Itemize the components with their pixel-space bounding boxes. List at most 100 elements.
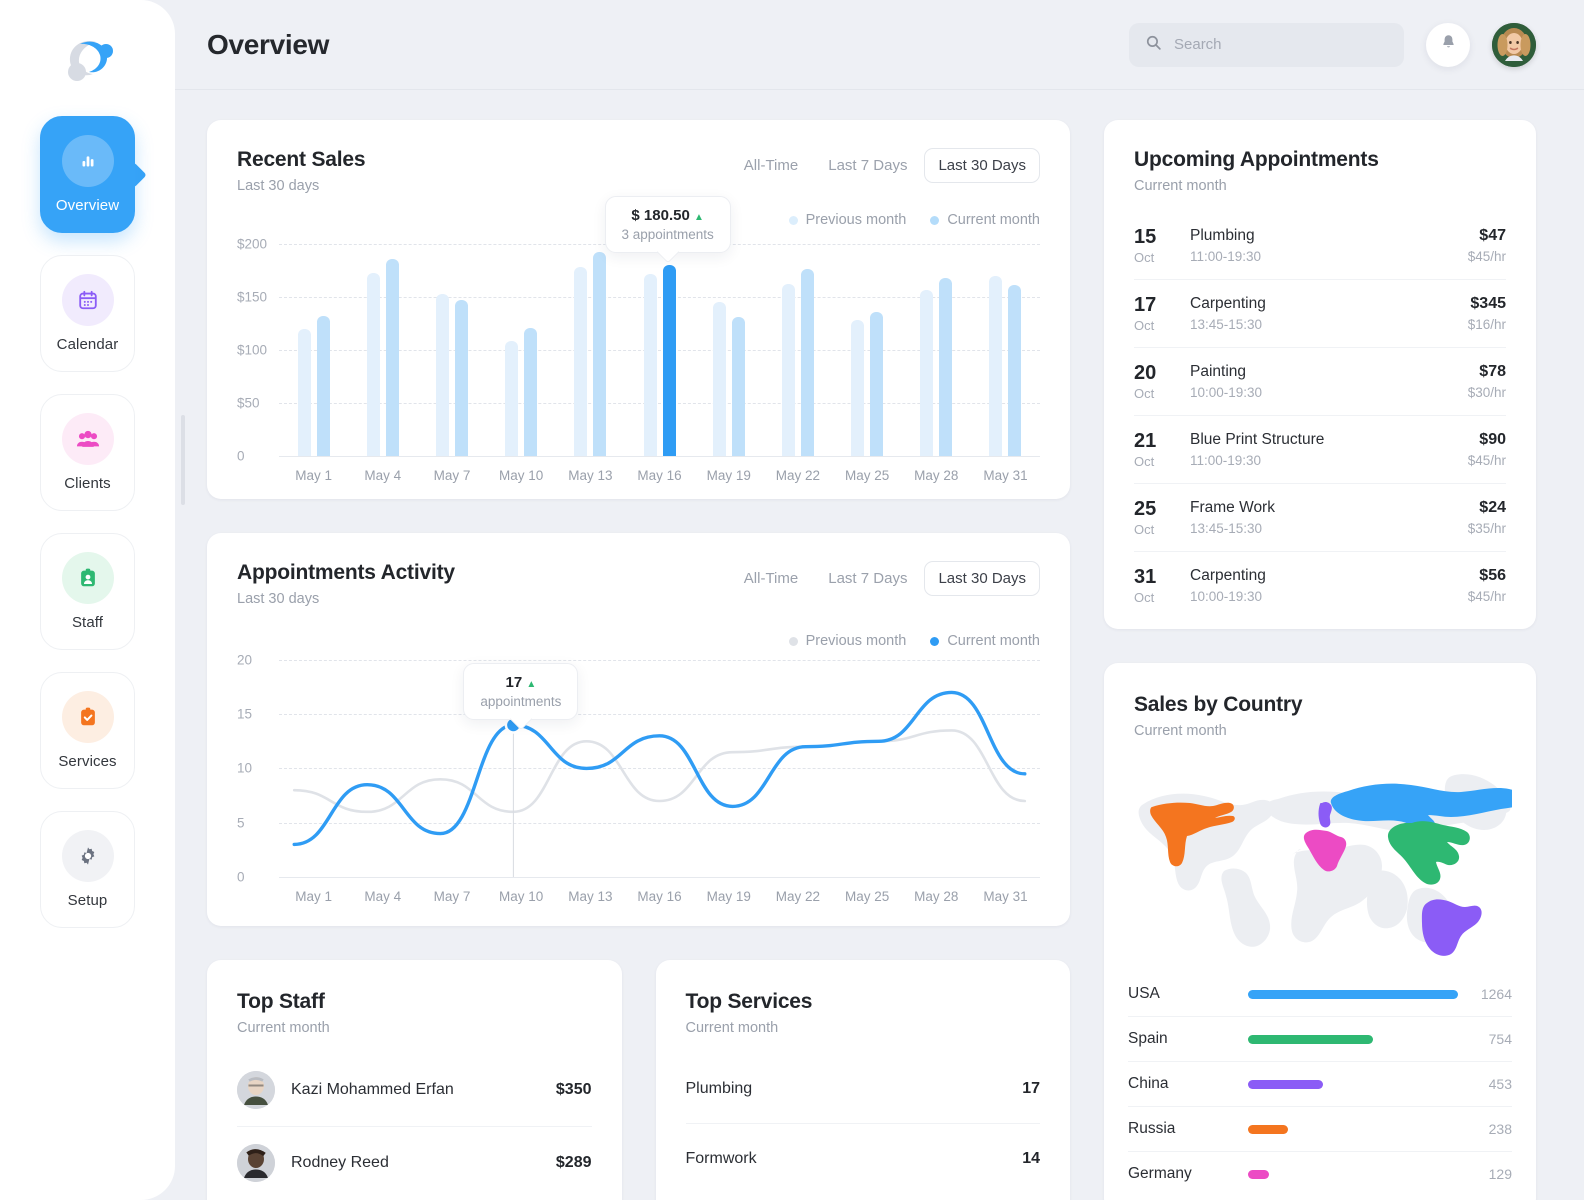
- bar[interactable]: [920, 289, 934, 456]
- tooltip-value: $ 180.50 ▲: [622, 207, 714, 224]
- bar-group[interactable]: [694, 228, 763, 456]
- right-column: Upcoming Appointments Current month 15 Oc…: [1104, 120, 1541, 1200]
- dashboard-root: Overview Calendar Clients Staff Services…: [0, 0, 1584, 1200]
- bar[interactable]: [643, 273, 657, 456]
- sidebar-item-calendar[interactable]: Calendar: [40, 255, 135, 372]
- range-tab-last-7-days[interactable]: Last 7 Days: [815, 149, 920, 182]
- bar-group[interactable]: [971, 228, 1040, 456]
- map-region-germany[interactable]: [1318, 801, 1332, 828]
- bar-group[interactable]: [763, 228, 832, 456]
- sidebar-scrollbar[interactable]: [181, 415, 185, 505]
- country-row[interactable]: Germany 129: [1128, 1152, 1512, 1196]
- country-name: Russia: [1128, 1120, 1176, 1137]
- bar[interactable]: [385, 258, 399, 456]
- appointment-details: Carpenting 13:45-15:30: [1190, 295, 1468, 332]
- legend-dot: [788, 636, 798, 646]
- appointment-row[interactable]: 31 Oct Carpenting 10:00-19:30 $56 $45/hr: [1134, 552, 1506, 619]
- bar[interactable]: [712, 302, 726, 456]
- appointment-date: 15 Oct: [1134, 226, 1190, 265]
- bar-group[interactable]: [417, 228, 486, 456]
- map-region-china[interactable]: [1387, 821, 1470, 885]
- sidebar-item-overview[interactable]: Overview: [40, 116, 135, 233]
- bar[interactable]: [662, 264, 676, 456]
- bar[interactable]: [435, 293, 449, 456]
- bar[interactable]: [800, 269, 814, 456]
- bar-group[interactable]: [556, 228, 625, 456]
- list-item[interactable]: Kazi Mohammed Erfan $350: [237, 1054, 592, 1127]
- range-tab-all-time[interactable]: All-Time: [731, 149, 811, 182]
- appointment-row[interactable]: 17 Oct Carpenting 13:45-15:30 $345 $16/hr: [1134, 280, 1506, 348]
- bar[interactable]: [505, 341, 519, 456]
- app-logo[interactable]: [56, 34, 120, 90]
- country-name: USA: [1128, 985, 1160, 1002]
- world-map: [1104, 739, 1541, 972]
- bar[interactable]: [454, 300, 468, 456]
- list-item[interactable]: Rodney Reed $289: [237, 1127, 592, 1199]
- map-region-australia[interactable]: [1421, 899, 1482, 956]
- country-bar: [1248, 989, 1458, 999]
- search-input[interactable]: [1174, 36, 1388, 53]
- bar[interactable]: [1008, 285, 1022, 456]
- range-tab-all-time[interactable]: All-Time: [731, 562, 811, 595]
- bar[interactable]: [316, 316, 330, 456]
- bar[interactable]: [781, 284, 795, 456]
- bar[interactable]: [524, 327, 538, 456]
- bar[interactable]: [851, 320, 865, 456]
- sidebar-item-label: Setup: [67, 892, 108, 909]
- sidebar-item-services[interactable]: Services: [40, 672, 135, 789]
- country-row[interactable]: China 453: [1128, 1062, 1512, 1107]
- appointment-row[interactable]: 15 Oct Plumbing 11:00-19:30 $47 $45/hr: [1134, 212, 1506, 280]
- country-row[interactable]: USA 1264: [1128, 972, 1512, 1017]
- range-tab-last-30-days[interactable]: Last 30 Days: [924, 148, 1040, 183]
- bar[interactable]: [731, 317, 745, 456]
- sales-by-country-card: Sales by Country Current month USA 1264 …: [1104, 663, 1541, 1200]
- avatar[interactable]: [1492, 22, 1536, 67]
- bar[interactable]: [989, 275, 1003, 456]
- appointment-row[interactable]: 20 Oct Painting 10:00-19:30 $78 $30/hr: [1134, 348, 1506, 416]
- top-staff-header: Top Staff Current month: [207, 960, 622, 1036]
- card-title: Recent Sales: [237, 148, 366, 171]
- x-axis-label: May 25: [844, 889, 890, 904]
- bar-group[interactable]: [487, 228, 556, 456]
- sidebar-item-setup[interactable]: Setup: [40, 811, 135, 928]
- bar-group[interactable]: [833, 228, 902, 456]
- users-icon: [61, 413, 114, 465]
- bar[interactable]: [297, 328, 311, 456]
- country-bar: [1248, 1034, 1374, 1044]
- country-row[interactable]: Spain 754: [1128, 1017, 1512, 1062]
- bar-group[interactable]: [902, 228, 971, 456]
- sidebar-item-label: Services: [58, 753, 117, 770]
- sidebar-item-clients[interactable]: Clients: [40, 394, 135, 511]
- bar[interactable]: [366, 272, 380, 456]
- bar-group[interactable]: [625, 228, 694, 456]
- country-row[interactable]: Russia 238: [1128, 1107, 1512, 1152]
- list-item[interactable]: Formwork 14: [686, 1124, 1041, 1193]
- list-item[interactable]: Plumbing 17: [685, 1054, 1040, 1124]
- range-tab-last-7-days[interactable]: Last 7 Days: [815, 562, 920, 595]
- legend-dot: [788, 215, 798, 225]
- avatar: [237, 1144, 275, 1182]
- bar[interactable]: [939, 277, 953, 456]
- search-box[interactable]: [1129, 22, 1404, 67]
- appointment-row[interactable]: 21 Oct Blue Print Structure 11:00-19:30 $90 $…: [1134, 416, 1506, 484]
- sidebar-item-staff[interactable]: Staff: [40, 533, 135, 650]
- range-tab-last-30-days[interactable]: Last 30 Days: [924, 561, 1040, 596]
- country-value: 129: [1488, 1166, 1512, 1182]
- appointment-rate: $45/hr: [1467, 249, 1506, 264]
- card-subtitle: Current month: [237, 1020, 330, 1036]
- search-icon: [1145, 34, 1162, 56]
- staff-name: Kazi Mohammed Erfan: [291, 1081, 454, 1098]
- x-axis-label: May 22: [775, 889, 821, 904]
- x-axis-label: May 22: [775, 468, 821, 483]
- card-subtitle: Current month: [1134, 178, 1227, 194]
- bar[interactable]: [870, 311, 884, 456]
- bar-group[interactable]: [348, 228, 417, 456]
- bar[interactable]: [574, 267, 588, 456]
- appointment-row[interactable]: 25 Oct Frame Work 13:45-15:30 $24 $35/hr: [1134, 484, 1506, 552]
- bar-group[interactable]: [279, 228, 348, 456]
- bar[interactable]: [593, 252, 607, 456]
- x-axis-label: May 7: [433, 468, 471, 483]
- appointment-day: 20: [1134, 362, 1157, 384]
- notifications-button[interactable]: [1426, 22, 1470, 67]
- legend-dot: [930, 636, 940, 646]
